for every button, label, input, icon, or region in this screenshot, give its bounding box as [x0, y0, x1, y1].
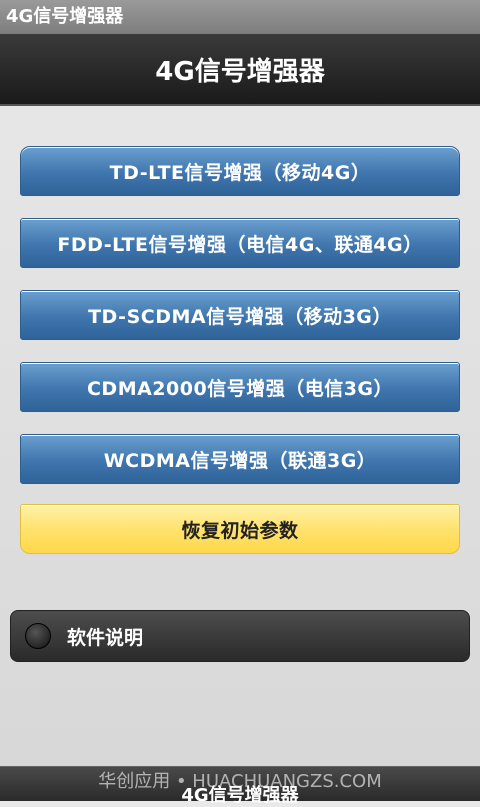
watermark: 华创应用 • HUACHUANGZS.COM	[98, 771, 382, 792]
radio-indicator-icon[interactable]	[25, 623, 51, 649]
fdd-lte-boost-button[interactable]: FDD-LTE信号增强（电信4G、联通4G）	[20, 218, 460, 268]
wcdma-boost-button[interactable]: WCDMA信号增强（联通3G）	[20, 434, 460, 484]
help-toggle-label: 软件说明	[67, 626, 144, 649]
page-title: 4G信号增强器	[155, 56, 325, 87]
status-bar-app-name: 4G信号增强器	[0, 0, 480, 34]
title-bar: 4G信号增强器	[0, 34, 480, 106]
cdma2000-boost-button[interactable]: CDMA2000信号增强（电信3G）	[20, 362, 460, 412]
td-scdma-boost-button[interactable]: TD-SCDMA信号增强（移动3G）	[20, 290, 460, 340]
reset-defaults-button[interactable]: 恢复初始参数	[20, 504, 460, 554]
td-lte-boost-button[interactable]: TD-LTE信号增强（移动4G）	[20, 146, 460, 196]
help-toggle[interactable]: 软件说明	[10, 610, 470, 662]
